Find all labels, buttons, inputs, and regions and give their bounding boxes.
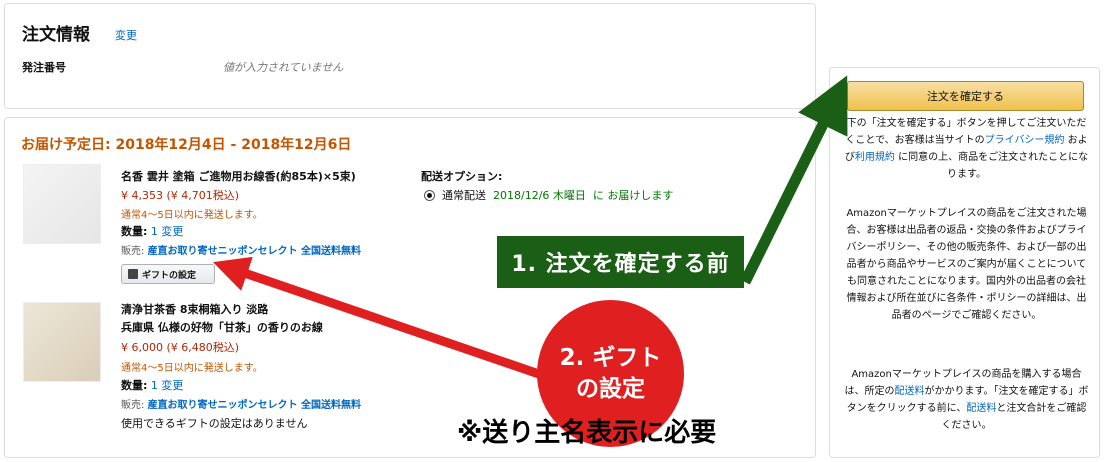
green-arrow: [740, 75, 848, 285]
annotation-step1: 1. 注文を確定する前: [497, 236, 744, 288]
annotation-step2-line1: 2. ギフト: [559, 344, 662, 371]
annotation-note: ※送り主名表示に必要: [457, 418, 717, 448]
annotation-step2-line2: の設定: [576, 375, 645, 402]
